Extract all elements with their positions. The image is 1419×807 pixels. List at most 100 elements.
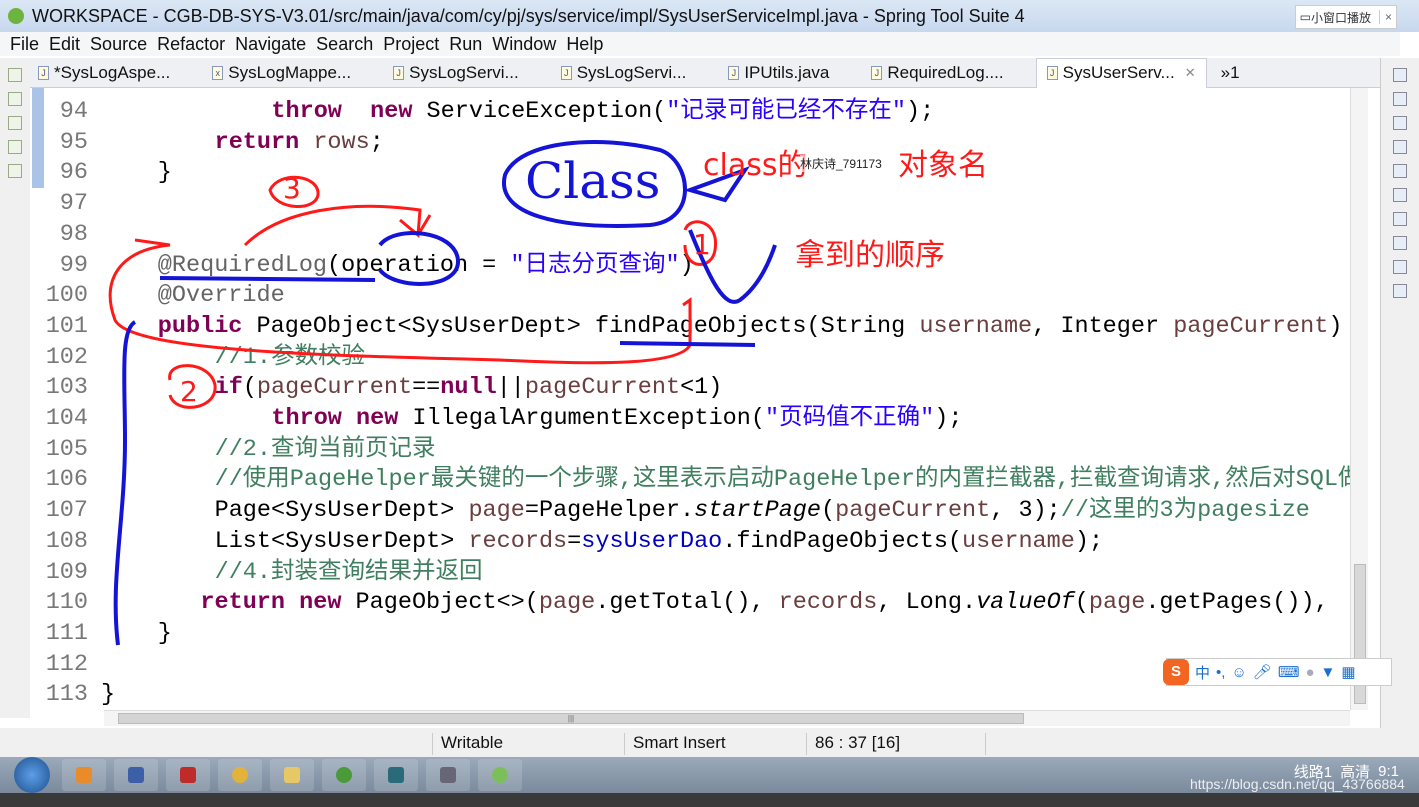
tab-overflow[interactable]: »1 — [1221, 63, 1240, 83]
menu-navigate[interactable]: Navigate — [235, 34, 306, 55]
code-token: ( — [242, 374, 257, 402]
restore-icon[interactable] — [8, 68, 22, 82]
code-token: ; — [369, 128, 384, 156]
filezilla-icon[interactable] — [166, 759, 210, 791]
code-text: //1.参数校验 — [215, 342, 365, 373]
code-text: Page<SysUserDept> page=PageHelper.startP… — [215, 495, 1310, 526]
code-token: PageObject<>( — [341, 589, 539, 617]
code-token: ) — [1328, 312, 1343, 340]
status-divider — [985, 733, 994, 755]
pip-button[interactable]: ▭ 小窗口播放 × — [1294, 5, 1397, 29]
code-token: == — [412, 374, 441, 402]
breakpoints-icon[interactable] — [1393, 116, 1407, 130]
code-token: username — [962, 527, 1075, 555]
menu-project[interactable]: Project — [383, 34, 439, 55]
chrome-icon[interactable] — [218, 759, 262, 791]
keyboard-icon[interactable]: ⌨ — [1278, 663, 1300, 681]
taskbar-app[interactable] — [374, 759, 418, 791]
code-token: throw — [271, 405, 342, 432]
horizontal-scrollbar[interactable]: ||| — [104, 710, 1350, 726]
restore-icon[interactable] — [1393, 68, 1407, 82]
code-token: } — [157, 159, 172, 187]
code-token: new — [370, 98, 413, 125]
code-token: new — [356, 405, 399, 432]
menu-refactor[interactable]: Refactor — [157, 34, 225, 55]
vertical-scrollbar[interactable] — [1350, 88, 1368, 710]
menu-window[interactable]: Window — [492, 34, 556, 55]
explorer-icon[interactable] — [270, 759, 314, 791]
code-token: (operation = — [327, 251, 511, 279]
boot-dashboard-icon[interactable] — [1393, 284, 1407, 298]
code-editor[interactable]: 94 throw new ServiceException("记录可能已经不存在"… — [30, 88, 1350, 710]
title-bar: WORKSPACE - CGB-DB-SYS-V3.01/src/main/ja… — [0, 0, 1419, 32]
outline-icon[interactable] — [1393, 164, 1407, 178]
line-number: 100 — [45, 282, 88, 310]
emoji-icon[interactable]: ☺ — [1231, 664, 1246, 681]
editor-tab[interactable]: J IPUtils.java — [718, 58, 839, 88]
cursor-position: 86 : 37 [16] — [806, 733, 900, 755]
ime-punct[interactable]: •, — [1216, 664, 1225, 681]
menu-help[interactable]: Help — [566, 34, 603, 55]
expressions-icon[interactable] — [1393, 140, 1407, 154]
console-icon[interactable] — [1393, 188, 1407, 202]
code-token: ( — [1074, 589, 1089, 617]
code-token: sysUserDao — [581, 527, 723, 555]
menu-search[interactable]: Search — [316, 34, 373, 55]
wechat-icon[interactable] — [478, 759, 522, 791]
ime-toolbar[interactable]: S 中 •, ☺ 🎤︎ ⌨ ● ▼ ▦ — [1163, 658, 1392, 686]
tab-label: SysLogMappe... — [228, 62, 352, 82]
junit-icon[interactable] — [8, 164, 22, 178]
code-token: null — [440, 374, 497, 402]
taskbar-app[interactable] — [426, 759, 470, 791]
editor-tab[interactable]: x SysLogMappe... — [202, 58, 361, 88]
code-token: startPage — [694, 497, 822, 525]
editor-tabs: J *SysLogAspe... x SysLogMappe... J SysLogSer… — [0, 57, 1380, 88]
javadoc-icon[interactable] — [1393, 236, 1407, 250]
code-token: "记录可能已经不存在" — [666, 98, 906, 125]
menu-source[interactable]: Source — [90, 34, 147, 55]
user-icon[interactable]: ● — [1305, 664, 1314, 681]
navigator-icon[interactable] — [8, 116, 22, 130]
line-number: 110 — [45, 589, 88, 617]
progress-icon[interactable] — [1393, 260, 1407, 274]
menu-file[interactable]: File — [10, 34, 39, 55]
menu-run[interactable]: Run — [449, 34, 482, 55]
tasks-icon[interactable] — [1393, 212, 1407, 226]
ime-mode[interactable]: 中 — [1195, 662, 1210, 683]
code-token: pageCurrent — [524, 374, 681, 402]
editor-tab[interactable]: J SysUserServ... ✕ — [1035, 57, 1207, 88]
grid-icon[interactable]: ▦ — [1341, 663, 1355, 681]
close-tab-icon[interactable]: ✕ — [1185, 65, 1196, 81]
package-explorer-icon[interactable] — [8, 92, 22, 106]
status-bar: Writable Smart Insert 86 : 37 [16] — [0, 728, 1419, 757]
code-text: } — [101, 679, 115, 710]
editor-tab[interactable]: J *SysLogAspe... — [28, 58, 180, 88]
code-text: } — [158, 618, 172, 649]
code-text: @RequiredLog(operation = "日志分页查询") — [158, 250, 694, 281]
taskbar-app[interactable] — [114, 759, 158, 791]
code-token: , Long. — [877, 589, 977, 617]
code-token: "页码值不正确" — [765, 405, 935, 432]
num-2: 2 — [180, 375, 198, 408]
mic-icon[interactable]: 🎤︎ — [1253, 663, 1272, 681]
taskbar-app[interactable] — [62, 759, 106, 791]
pip-close-button[interactable]: × — [1378, 10, 1392, 24]
editor-tab[interactable]: J RequiredLog.... — [861, 58, 1013, 88]
scroll-thumb[interactable]: ||| — [118, 713, 1024, 724]
editor-tab[interactable]: J SysLogServi... — [383, 58, 529, 88]
code-text: if(pageCurrent==null||pageCurrent<1) — [215, 372, 723, 403]
username-overlay: 林庆诗_791173 — [800, 155, 882, 172]
variables-icon[interactable] — [1393, 92, 1407, 106]
hierarchy-icon[interactable] — [8, 140, 22, 154]
tab-label: SysLogServi... — [576, 62, 687, 82]
code-token: username — [919, 312, 1033, 340]
spring-logo-icon — [8, 8, 24, 24]
start-button[interactable] — [14, 757, 50, 793]
code-token: //使用PageHelper最关键的一个步骤,这里表示启动PageHelper的… — [214, 466, 1350, 494]
skin-icon[interactable]: ▼ — [1321, 664, 1336, 681]
editor-tab[interactable]: J SysLogServi... — [551, 58, 697, 88]
menu-edit[interactable]: Edit — [49, 34, 80, 55]
code-token: List<SysUserDept> — [214, 527, 469, 555]
sts-icon[interactable] — [322, 759, 366, 791]
